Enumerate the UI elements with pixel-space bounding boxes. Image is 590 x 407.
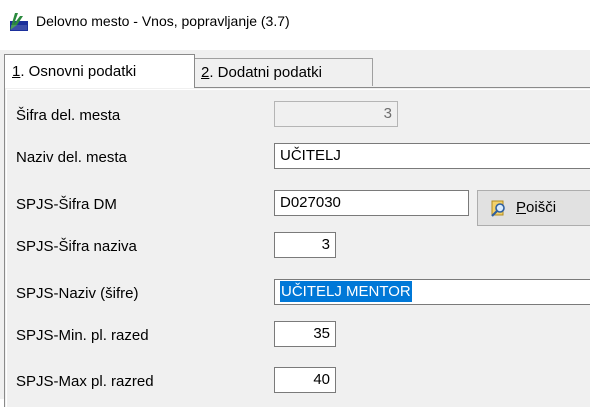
label-spjs-naziv-sifre: SPJS-Naziv (šifre) (16, 285, 139, 302)
spjs-min-razred-value: 35 (313, 325, 330, 342)
spjs-sifra-naziva-input[interactable]: 3 (274, 232, 336, 258)
label-spjs-min-razred: SPJS-Min. pl. razed (16, 327, 149, 344)
spjs-sifra-dm-value: D027030 (280, 194, 341, 211)
spjs-sifra-dm-input[interactable]: D027030 (274, 190, 469, 216)
naziv-del-mesta-value: UČITELJ (280, 147, 341, 164)
spjs-naziv-sifre-input[interactable]: UČITELJ MENTOR (274, 279, 590, 305)
naziv-del-mesta-input[interactable]: UČITELJ (274, 143, 590, 169)
spjs-max-razred-input[interactable]: 40 (274, 367, 336, 393)
label-spjs-sifra-naziva: SPJS-Šifra naziva (16, 238, 137, 255)
search-button-label: oišči (526, 199, 557, 216)
search-button-hotkey: P (516, 199, 527, 216)
spjs-naziv-sifre-value: UČITELJ MENTOR (280, 281, 412, 302)
label-naziv-del-mesta: Naziv del. mesta (16, 149, 127, 166)
label-spjs-sifra-dm: SPJS-Šifra DM (16, 196, 117, 213)
spjs-min-razred-input[interactable]: 35 (274, 321, 336, 347)
search-icon (491, 200, 505, 217)
spjs-sifra-naziva-value: 3 (321, 236, 330, 253)
form-layer: Šifra del. mesta 3 Naziv del. mesta UČIT… (0, 0, 590, 399)
label-spjs-max-razred: SPJS-Max pl. razred (16, 373, 154, 390)
label-sifra-del-mesta: Šifra del. mesta (16, 107, 121, 124)
spjs-max-razred-value: 40 (313, 371, 330, 388)
sifra-del-mesta-field: 3 (274, 101, 398, 127)
sifra-del-mesta-value: 3 (383, 105, 392, 122)
search-button[interactable]: Poišči (477, 190, 590, 226)
